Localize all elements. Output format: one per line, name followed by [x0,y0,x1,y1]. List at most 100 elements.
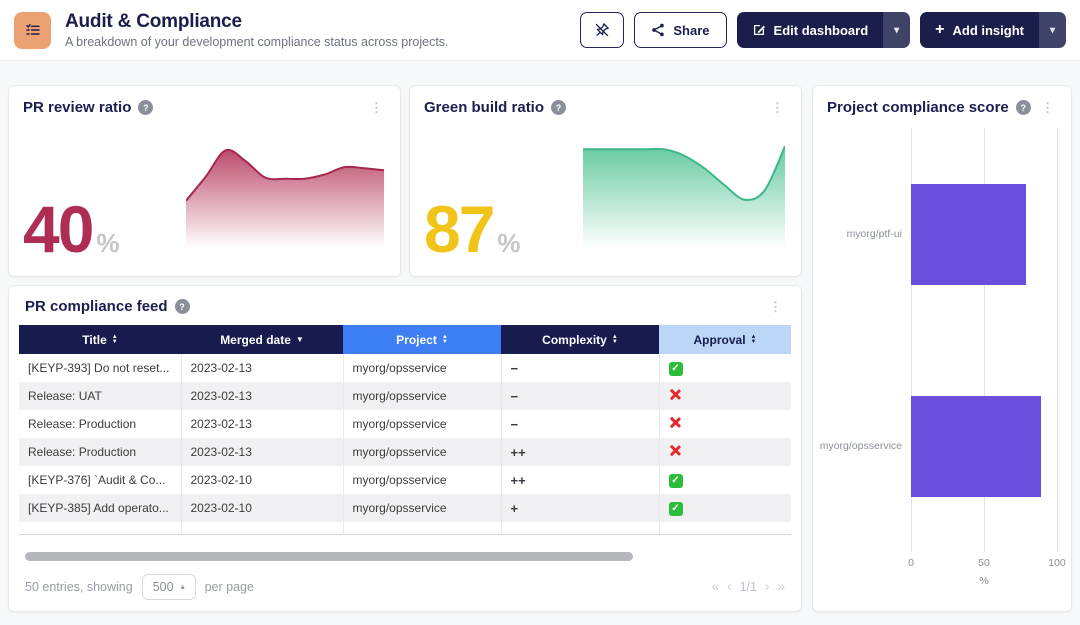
bar-label-myorg-opsservice: myorg/opsservice [823,340,911,552]
pin-slash-icon [594,22,610,38]
cell-complexity: + [501,494,659,522]
column-header-complexity[interactable]: Complexity ▲▼ [501,325,659,354]
kebab-menu-icon[interactable]: ⋮ [766,299,785,315]
sort-icon: ▲▼ [612,335,618,345]
cell-title: Release: UAT [19,382,181,410]
cell-project: myorg/opsservice [343,466,501,494]
cell-merged-date: 2023-02-10 [181,494,343,522]
add-insight-caret-button[interactable]: ▾ [1039,12,1066,48]
kebab-menu-icon[interactable]: ⋮ [367,100,386,116]
help-icon[interactable]: ? [175,299,190,314]
cell-merged-date: 2023-02-10 [181,466,343,494]
per-page-value: 500 [153,580,174,594]
cell-title: Release: Production [19,410,181,438]
sort-desc-icon: ▼ [296,335,304,344]
page-header: Audit & Compliance A breakdown of your d… [0,0,1080,61]
x-tick-label: 100 [1048,557,1066,569]
add-insight-label: Add insight [953,23,1025,38]
bar-chart-ylabels: myorg/ptf-uimyorg/opsservice [823,128,911,552]
sort-icon: ▲▼ [751,335,757,345]
feed-table-body: [KEYP-393] Do not reset...2023-02-13myor… [19,354,791,534]
cell-title: Release: Production [19,438,181,466]
green-build-ratio-card: Green build ratio ? ⋮ 87% [409,85,802,277]
edit-icon [752,23,766,37]
last-page-button[interactable]: » [777,579,785,594]
column-label: Complexity [542,333,607,347]
card-title: Project compliance score [827,99,1009,116]
gridline [1057,128,1058,552]
pr-review-sparkline-chart [186,143,384,248]
share-icon [651,23,665,37]
entries-count-label: 50 entries, showing [25,580,133,594]
kebab-menu-icon[interactable]: ⋮ [1038,100,1057,116]
page-title: Audit & Compliance [65,11,449,33]
column-header-project[interactable]: Project ▲▼ [343,325,501,354]
add-insight-button[interactable]: + Add insight [920,12,1039,48]
edit-dashboard-button[interactable]: Edit dashboard [737,12,884,48]
edit-dashboard-caret-button[interactable]: ▾ [883,12,910,48]
share-button[interactable]: Share [634,12,726,48]
sort-icon: ▲▼ [442,335,448,345]
table-row: Release: Production2023-02-13myorg/opsse… [19,438,791,466]
cell-approval [659,438,791,466]
pr-compliance-table: Title ▲▼ Merged date▼ Project ▲▼ Complexity ▲▼… [19,325,791,535]
pr-review-sparkline-area [186,150,384,248]
cell-title: [KEYP-385] Add operato... [19,494,181,522]
column-label: Project [396,333,437,347]
help-icon[interactable]: ? [138,100,153,115]
card-title: PR compliance feed [25,298,168,315]
feed-table-header-row: Title ▲▼ Merged date▼ Project ▲▼ Complexity ▲▼… [19,325,791,354]
x-tick-label: 0 [908,557,914,569]
plus-icon: + [935,21,944,39]
column-label: Approval [694,333,746,347]
add-insight-split-button: + Add insight ▾ [920,12,1066,48]
horizontal-scrollbar-thumb[interactable] [25,552,633,561]
table-row: Release: Production2023-02-13myorg/opsse… [19,410,791,438]
help-icon[interactable]: ? [551,100,566,115]
cell-complexity: − [501,410,659,438]
bar-myorg-opsservice[interactable] [911,396,1041,497]
table-spacer-row [19,522,791,534]
unpin-button[interactable] [580,12,624,48]
rejected-x-icon [669,416,682,429]
column-label: Title [82,333,106,347]
sort-icon: ▲▼ [112,335,118,345]
column-header-title[interactable]: Title ▲▼ [19,325,181,354]
cell-merged-date: 2023-02-13 [181,382,343,410]
cell-project: myorg/opsservice [343,494,501,522]
pr-review-ratio-card: PR review ratio ? ⋮ 40% [8,85,401,277]
card-title: PR review ratio [23,99,131,116]
column-header-approval[interactable]: Approval ▲▼ [659,325,791,354]
cell-complexity: − [501,382,659,410]
kebab-menu-icon[interactable]: ⋮ [768,100,787,116]
cell-project: myorg/opsservice [343,438,501,466]
pagination: « ‹ 1/1 › » [712,579,785,594]
horizontal-scrollbar [25,552,785,561]
bar-row [911,128,1057,340]
card-title: Green build ratio [424,99,544,116]
rejected-x-icon [669,444,682,457]
per-page-select[interactable]: 500 ▴ [142,574,196,600]
cell-title: [KEYP-376] `Audit & Co... [19,466,181,494]
cell-approval: ✓ [659,494,791,522]
cell-merged-date: 2023-02-13 [181,438,343,466]
bar-myorg-ptf-ui[interactable] [911,184,1026,285]
previous-page-button[interactable]: ‹ [727,579,732,594]
first-page-button[interactable]: « [712,579,720,594]
table-row: [KEYP-385] Add operato...2023-02-10myorg… [19,494,791,522]
bar-label-myorg-ptf-ui: myorg/ptf-ui [823,128,911,340]
bar-chart-xaxis: 050100 [911,557,1057,573]
cell-complexity: ++ [501,466,659,494]
cell-approval [659,410,791,438]
next-page-button[interactable]: › [765,579,770,594]
cell-title: [KEYP-393] Do not reset... [19,354,181,382]
pr-review-ratio-value: 40% [23,202,120,256]
approved-check-icon: ✓ [669,502,683,516]
dashboard-tile [14,12,51,49]
edit-dashboard-split-button: Edit dashboard ▾ [737,12,911,48]
bar-chart-xunit: % [911,575,1057,587]
x-tick-label: 50 [978,557,990,569]
column-header-merged-date[interactable]: Merged date▼ [181,325,343,354]
help-icon[interactable]: ? [1016,100,1031,115]
cell-complexity: − [501,354,659,382]
